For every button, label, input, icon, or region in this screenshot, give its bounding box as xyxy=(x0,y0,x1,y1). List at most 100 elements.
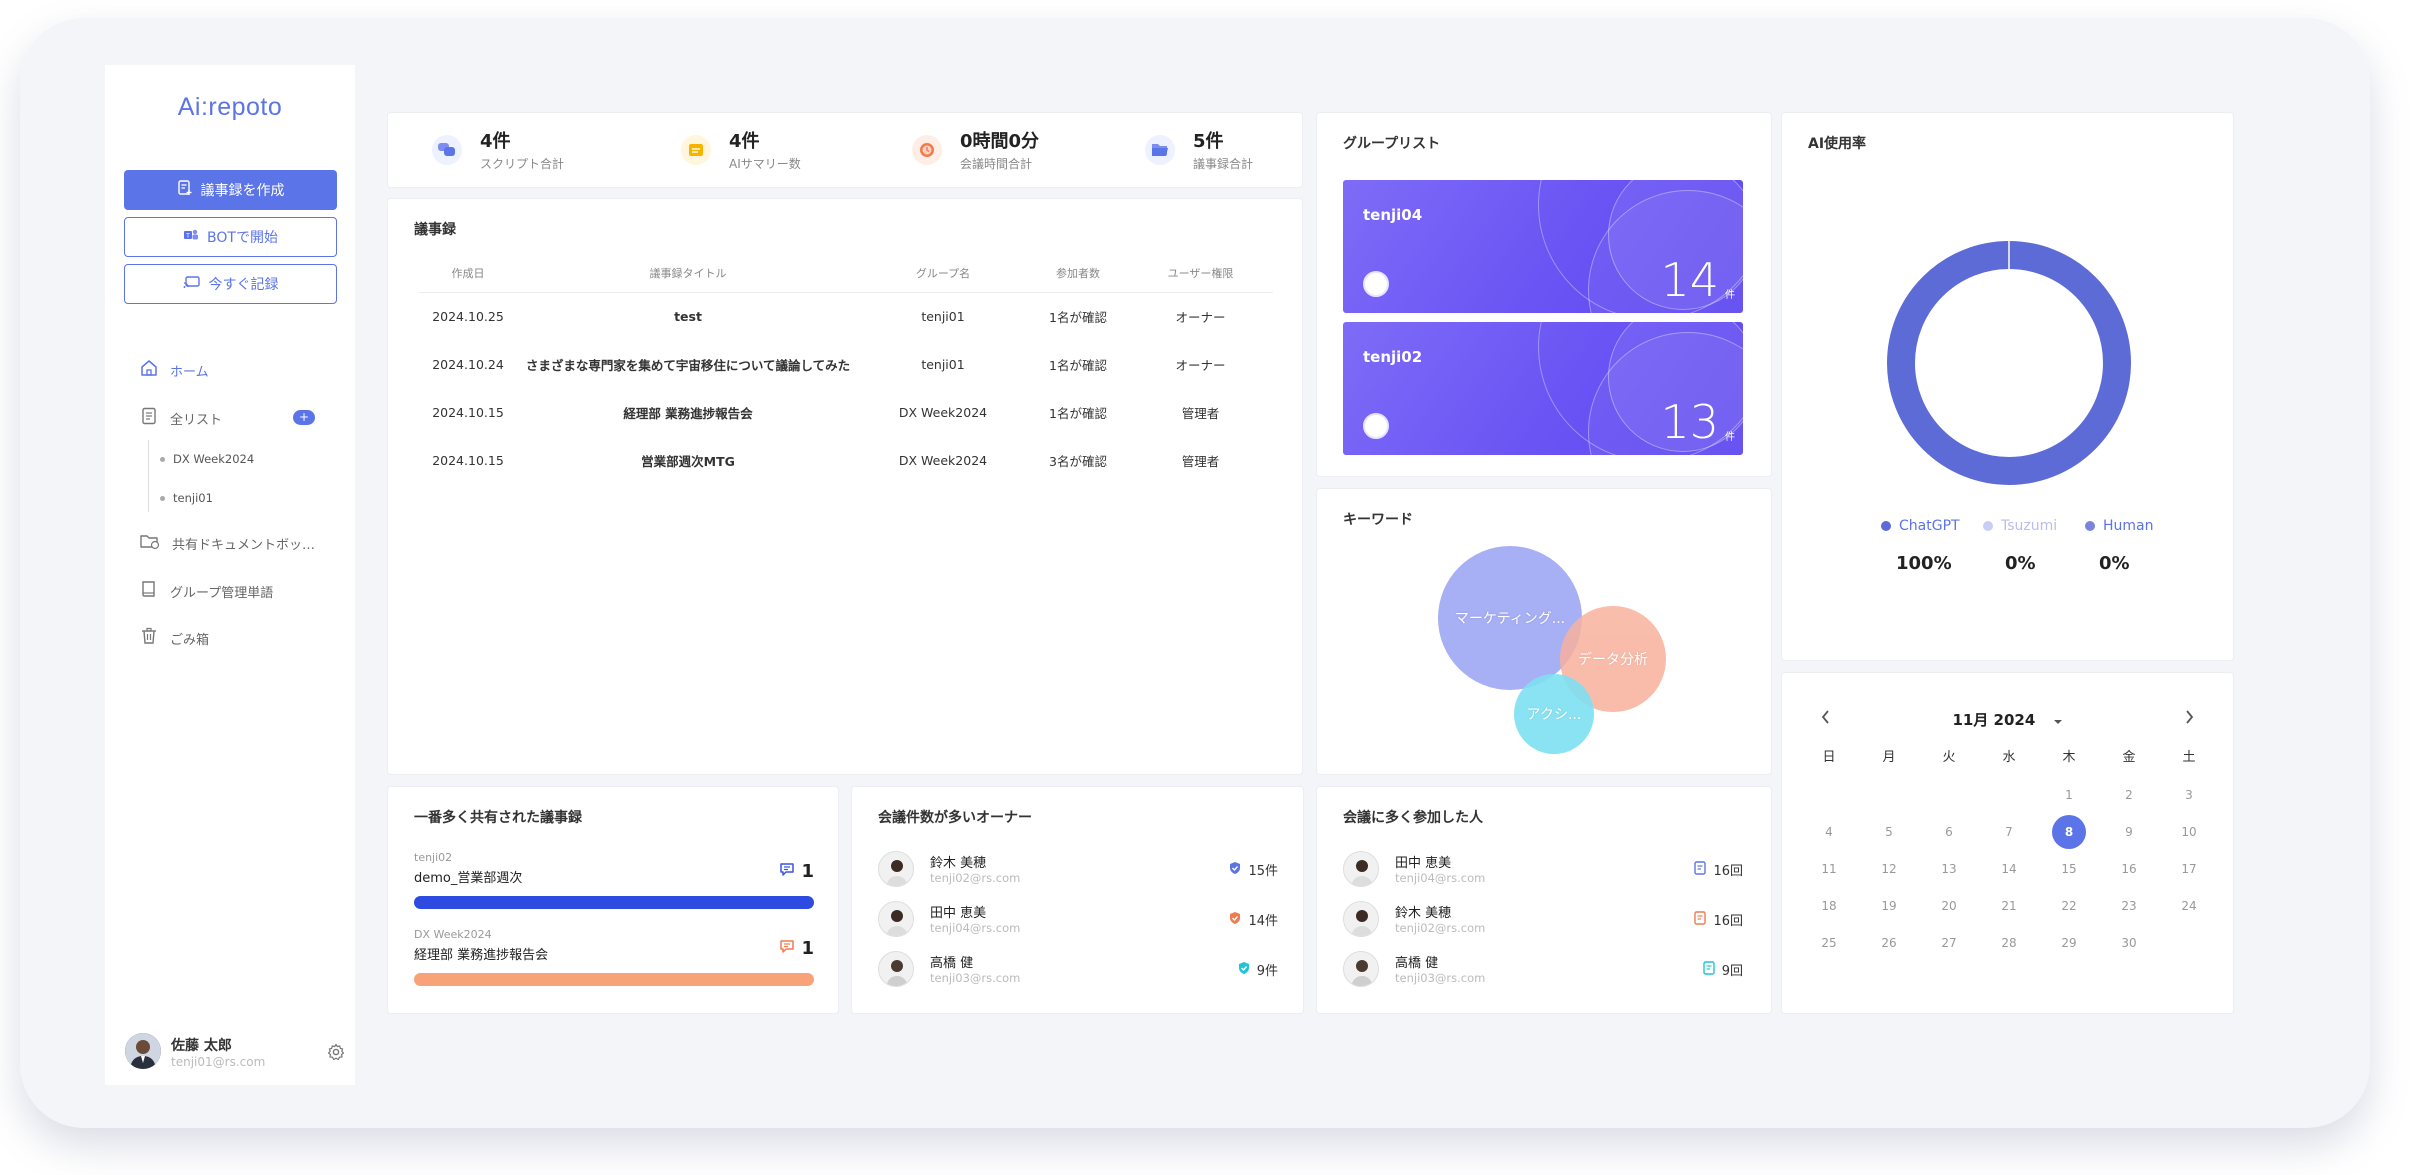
calendar-day[interactable]: 27 xyxy=(1932,926,1966,960)
create-minutes-button[interactable]: 議事録を作成 xyxy=(124,170,337,210)
calendar-day[interactable]: 4 xyxy=(1812,815,1846,849)
person-avatar xyxy=(1343,951,1379,987)
group-card-tenji04[interactable]: tenji04 14 件 xyxy=(1343,180,1743,313)
cell-title[interactable]: 経理部 業務進捗報告会 xyxy=(518,388,858,436)
group-name: tenji04 xyxy=(1363,206,1423,224)
calendar-day[interactable]: 23 xyxy=(2112,889,2146,923)
shared-item[interactable]: tenji02 demo_営業部週次 1 xyxy=(414,851,814,909)
col-group[interactable]: グループ名 xyxy=(858,254,1028,293)
cell-title[interactable]: さまざまな専門家を集めて宇宙移住について議論してみた xyxy=(518,340,858,388)
prev-month-icon[interactable] xyxy=(1820,709,1832,729)
participant-row[interactable]: 高橋 健 tenji03@rs.com 9回 xyxy=(1343,949,1743,989)
calendar-day[interactable]: 30 xyxy=(2112,926,2146,960)
calendar-day[interactable]: 18 xyxy=(1812,889,1846,923)
member-avatar xyxy=(1363,271,1389,297)
nav-trash[interactable]: ごみ箱 xyxy=(140,626,340,650)
cell-role[interactable]: オーナー xyxy=(1128,340,1273,388)
stat-label: AIサマリー数 xyxy=(729,157,801,171)
count-value: 9回 xyxy=(1721,964,1743,979)
table-row[interactable]: 2024.10.15 営業部週次MTG DX Week2024 3名が確認 管理… xyxy=(418,436,1273,484)
sub-item-dxweek[interactable]: DX Week2024 xyxy=(160,452,254,466)
nav-home[interactable]: ホーム xyxy=(140,358,340,382)
calendar-day[interactable]: 22 xyxy=(2052,889,2086,923)
calendar-day[interactable]: 12 xyxy=(1872,852,1906,886)
cell-title[interactable]: test xyxy=(518,292,858,340)
share-comment-icon xyxy=(779,861,795,882)
calendar-day[interactable]: 29 xyxy=(2052,926,2086,960)
calendar-month[interactable]: 11月 2024 xyxy=(1952,711,2035,729)
user-profile[interactable]: 佐藤 太郎 tenji01@rs.com xyxy=(125,1033,345,1073)
nav-shared-docs[interactable]: 共有ドキュメントボッ… xyxy=(140,531,340,555)
table-row[interactable]: 2024.10.24 さまざまな専門家を集めて宇宙移住について議論してみた te… xyxy=(418,340,1273,388)
shield-icon xyxy=(1228,861,1242,879)
calendar-weekday: 木 xyxy=(2062,750,2076,765)
calendar-day[interactable]: 19 xyxy=(1872,889,1906,923)
participant-row[interactable]: 鈴木 美穂 tenji02@rs.com 16回 xyxy=(1343,899,1743,939)
chevron-down-icon[interactable] xyxy=(2053,712,2063,730)
legend-human[interactable]: Human xyxy=(2085,518,2154,534)
col-title[interactable]: 議事録タイトル xyxy=(518,254,858,293)
legend-tsuzumi[interactable]: Tsuzumi xyxy=(1983,518,2057,534)
sub-item-tenji01[interactable]: tenji01 xyxy=(160,491,213,505)
calendar-day[interactable]: 16 xyxy=(2112,852,2146,886)
calendar-day[interactable]: 11 xyxy=(1812,852,1846,886)
col-date[interactable]: 作成日 xyxy=(418,254,518,293)
person-name: 田中 恵美 xyxy=(1395,856,1452,871)
calendar-day[interactable]: 1 xyxy=(2052,778,2086,812)
nav-group-vocab[interactable]: グループ管理単語 xyxy=(140,579,340,603)
bot-start-label: BOTで開始 xyxy=(207,230,278,246)
cell-title[interactable]: 営業部週次MTG xyxy=(518,436,858,484)
cell-role[interactable]: オーナー xyxy=(1128,292,1273,340)
calendar-day[interactable]: 15 xyxy=(2052,852,2086,886)
calendar-day[interactable]: 14 xyxy=(1992,852,2026,886)
calendar-day[interactable]: 17 xyxy=(2172,852,2206,886)
calendar-day[interactable]: 20 xyxy=(1932,889,1966,923)
shared-group: tenji02 xyxy=(414,851,453,864)
calendar-header: 11月 2024 xyxy=(1782,709,2233,730)
add-list-button[interactable]: + xyxy=(293,410,315,425)
calendar-day[interactable]: 25 xyxy=(1812,926,1846,960)
participant-row[interactable]: 田中 恵美 tenji04@rs.com 16回 xyxy=(1343,849,1743,889)
calendar-day-today[interactable]: 8 xyxy=(2052,815,2086,849)
calendar-day[interactable]: 6 xyxy=(1932,815,1966,849)
owner-row[interactable]: 鈴木 美穂 tenji02@rs.com 15件 xyxy=(878,849,1278,889)
calendar-day[interactable]: 10 xyxy=(2172,815,2206,849)
keyword-bubble[interactable]: アクシ... xyxy=(1514,674,1594,754)
next-month-icon[interactable] xyxy=(2183,709,2195,729)
group-card-tenji02[interactable]: tenji02 13 件 xyxy=(1343,322,1743,455)
home-icon xyxy=(140,359,158,381)
bot-start-button[interactable]: T BOTで開始 xyxy=(124,217,337,257)
calendar-day[interactable]: 2 xyxy=(2112,778,2146,812)
calendar-day[interactable]: 26 xyxy=(1872,926,1906,960)
calendar-day[interactable]: 5 xyxy=(1872,815,1906,849)
table-row[interactable]: 2024.10.15 経理部 業務進捗報告会 DX Week2024 1名が確認… xyxy=(418,388,1273,436)
count-value: 15件 xyxy=(1248,864,1278,879)
record-now-button[interactable]: 今すぐ記録 xyxy=(124,264,337,304)
legend-dot xyxy=(1983,521,1993,531)
col-participants[interactable]: 参加者数 xyxy=(1028,254,1128,293)
legend-chatgpt[interactable]: ChatGPT xyxy=(1881,518,1960,534)
col-role[interactable]: ユーザー権限 xyxy=(1128,254,1273,293)
nav-all-list-label: 全リスト xyxy=(170,412,223,428)
calendar-day[interactable]: 13 xyxy=(1932,852,1966,886)
calendar-day[interactable]: 28 xyxy=(1992,926,2026,960)
cell-group: DX Week2024 xyxy=(898,452,988,468)
calendar-day[interactable]: 21 xyxy=(1992,889,2026,923)
app-logo: Ai:repoto xyxy=(177,93,283,121)
calendar-day[interactable]: 7 xyxy=(1992,815,2026,849)
legend-dot xyxy=(1881,521,1891,531)
settings-gear-icon[interactable] xyxy=(327,1043,345,1065)
shared-item[interactable]: DX Week2024 経理部 業務進捗報告会 1 xyxy=(414,928,814,986)
owner-row[interactable]: 田中 恵美 tenji04@rs.com 14件 xyxy=(878,899,1278,939)
calendar-day[interactable]: 24 xyxy=(2172,889,2206,923)
top-owners-title: 会議件数が多いオーナー xyxy=(878,810,1032,826)
person-email: tenji04@rs.com xyxy=(930,921,1021,935)
calendar-day[interactable]: 3 xyxy=(2172,778,2206,812)
owner-row[interactable]: 高橋 健 tenji03@rs.com 9件 xyxy=(878,949,1278,989)
calendar-day[interactable]: 9 xyxy=(2112,815,2146,849)
table-row[interactable]: 2024.10.25 test tenji01 1名が確認 オーナー xyxy=(418,292,1273,340)
top-participants-card: 会議に多く参加した人 田中 恵美 tenji04@rs.com 16回 鈴木 美… xyxy=(1316,786,1772,1014)
count-value: 16回 xyxy=(1713,864,1743,879)
nav-all-list[interactable]: 全リスト + xyxy=(140,406,340,430)
calendar-weekday: 水 xyxy=(2002,750,2016,765)
